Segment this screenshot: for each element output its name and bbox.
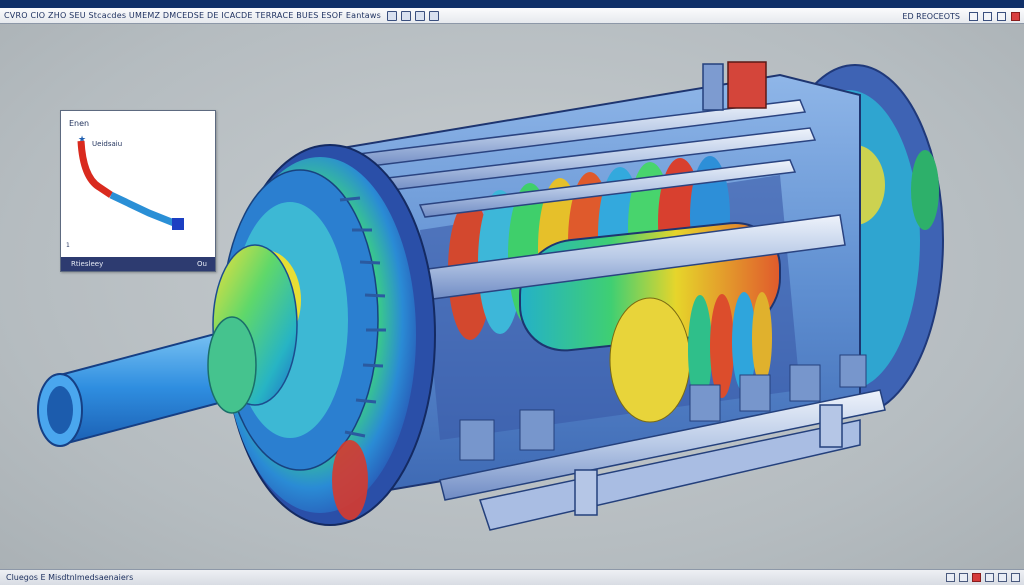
toolbar: CVRO CIO ZHO SEU Stcacdes UMEMZ DMCEDSE … — [0, 8, 1024, 24]
status-text: Cluegos E Misdtnlmedsaenaiers — [6, 573, 134, 582]
graph-footer: Rtiesleey Ou — [61, 257, 215, 271]
tool-icon[interactable] — [387, 10, 398, 21]
graph-footer-value: Ou — [197, 260, 207, 268]
tool-icon[interactable] — [429, 10, 440, 21]
input-shaft — [59, 328, 231, 447]
title-bar — [0, 0, 1024, 8]
shaft-bore — [47, 386, 73, 434]
graph-footer-label: Rtiesleey — [71, 260, 104, 268]
graph-title: Enen — [69, 119, 90, 128]
maximize-icon[interactable] — [997, 11, 1006, 21]
status-icons — [946, 573, 1020, 582]
base-leg — [819, 404, 843, 448]
graph-end-marker — [172, 218, 184, 230]
close-icon[interactable] — [1011, 11, 1020, 21]
toolbar-icons — [387, 10, 440, 21]
graph-axis-label: 1 — [66, 242, 70, 249]
shaft-collar — [207, 316, 257, 414]
restore-icon[interactable] — [983, 11, 992, 21]
model-viewport[interactable]: Enen ★ Ueidsaiu 1 Rtiesleey Ou — [0, 24, 1024, 569]
status-icon[interactable] — [946, 573, 955, 582]
rear-hub — [911, 150, 939, 230]
alert-icon[interactable] — [972, 573, 981, 582]
tool-icon[interactable] — [401, 10, 412, 21]
toolbar-menu-text[interactable]: CVRO CIO ZHO SEU Stcacdes UMEMZ DMCEDSE … — [4, 11, 381, 20]
status-icon[interactable] — [998, 573, 1007, 582]
top-mount-block — [727, 61, 767, 109]
toolbar-right-label: ED REOCEOTS — [902, 11, 960, 21]
toolbar-right: ED REOCEOTS — [902, 8, 1020, 24]
minimize-icon[interactable] — [969, 11, 978, 21]
rotor-yellow-ring — [609, 297, 691, 423]
gearbox-3d-model[interactable] — [0, 24, 1024, 569]
graph-curve-red — [77, 140, 113, 198]
status-icon[interactable] — [985, 573, 994, 582]
base-leg — [574, 469, 598, 516]
tool-icon[interactable] — [415, 10, 426, 21]
graph-panel[interactable]: Enen ★ Ueidsaiu 1 Rtiesleey Ou — [60, 110, 216, 272]
top-mount-post — [702, 63, 724, 111]
flange-hotspot — [332, 440, 368, 520]
status-icon[interactable] — [959, 573, 968, 582]
status-icon[interactable] — [1011, 573, 1020, 582]
graph-curve-blue — [109, 191, 181, 229]
graph-plot — [77, 140, 184, 230]
status-bar: Cluegos E Misdtnlmedsaenaiers — [0, 569, 1024, 585]
